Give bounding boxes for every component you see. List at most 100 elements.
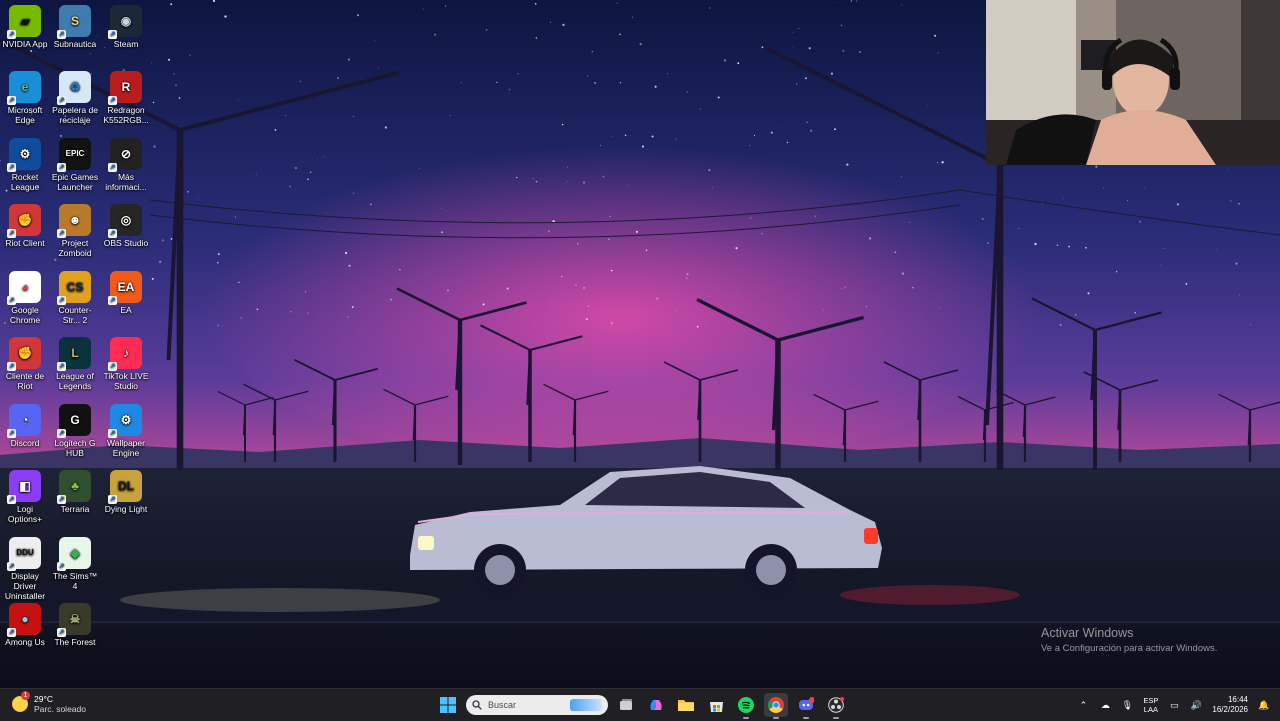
star [535, 37, 538, 39]
star [591, 50, 594, 53]
desktop-icon[interactable]: ♣ ↗ Terraria [50, 470, 100, 514]
desktop-icon[interactable]: ♪ ↗ TikTok LIVE Studio [101, 337, 151, 391]
chrome-icon [768, 697, 784, 713]
notifications-icon[interactable]: 🔔 [1258, 699, 1270, 711]
star [485, 29, 488, 31]
desktop-icon[interactable]: ☻ ↗ Project Zomboid [50, 204, 100, 258]
star [1127, 200, 1129, 201]
desktop-icon[interactable]: ◧ ↗ Logi Options+ [0, 470, 50, 524]
shortcut-arrow-icon: ↗ [108, 495, 117, 504]
star [610, 269, 613, 272]
obs-button[interactable] [824, 693, 848, 719]
star [377, 67, 379, 69]
onedrive-icon[interactable]: ☁ [1099, 699, 1111, 711]
star [1103, 187, 1105, 189]
star [686, 273, 689, 276]
desktop-icon[interactable]: ◎ ↗ OBS Studio [101, 204, 151, 248]
star [786, 141, 789, 144]
microsoft-store-button[interactable] [704, 693, 728, 717]
star [370, 203, 372, 206]
app-icon: ◉ ↗ [108, 5, 142, 39]
desktop-icon[interactable]: ▰ ↗ NVIDIA App [0, 5, 50, 49]
shortcut-arrow-icon: ↗ [7, 562, 16, 571]
star [187, 191, 189, 193]
star [547, 230, 550, 233]
shortcut-arrow-icon: ↗ [57, 429, 66, 438]
clock[interactable]: 16:44 16/2/2026 [1212, 695, 1248, 715]
star [561, 123, 564, 126]
desktop-icon[interactable]: R ↗ Redragon K552RGB... [101, 71, 151, 125]
desktop-icon[interactable]: ◕ ↗ Google Chrome [0, 271, 50, 325]
desktop-icon[interactable]: DL ↗ Dying Light [101, 470, 151, 514]
desktop-icon-label: Discord [10, 438, 40, 448]
desktop-icon-label: Steam [113, 39, 139, 49]
star [307, 178, 309, 181]
star [912, 287, 914, 289]
chrome-button[interactable] [764, 693, 788, 719]
app-icon: ◕ ↗ [7, 271, 41, 305]
star [175, 84, 177, 87]
star [577, 243, 579, 245]
desktop-icon[interactable]: S ↗ Subnautica [50, 5, 100, 49]
desktop-icon[interactable]: ✊ ↗ Cliente de Riot [0, 337, 50, 391]
star [1230, 200, 1232, 202]
copilot-button[interactable] [644, 693, 668, 717]
desktop-icon[interactable]: ◆ ↗ The Sims™ 4 [50, 537, 100, 591]
star [868, 237, 872, 240]
desktop-icon[interactable]: ⚙ ↗ Rocket League [0, 138, 50, 192]
star [1095, 165, 1098, 168]
star [189, 54, 191, 56]
desktop-icon[interactable]: e ↗ Microsoft Edge [0, 71, 50, 125]
desktop-icon[interactable]: ♻ ↗ Papelera de reciclaje [50, 71, 100, 125]
star [506, 287, 509, 290]
app-icon: ◧ ↗ [7, 470, 41, 504]
star [635, 230, 639, 233]
star [216, 261, 219, 264]
desktop-icon[interactable]: ⚙ ↗ Wallpaper Engine [101, 404, 151, 458]
language-indicator[interactable]: ESP LAA [1143, 696, 1158, 714]
chevron-up-icon[interactable]: ⌃ [1077, 699, 1089, 711]
spotify-button[interactable] [734, 693, 758, 719]
star [255, 173, 257, 175]
desktop-icon[interactable]: ◔ ↗ Discord [0, 404, 50, 448]
star [153, 145, 156, 148]
desktop-icon[interactable]: EA ↗ EA [101, 271, 151, 315]
star [240, 317, 242, 319]
desktop-icon[interactable]: ◉ ↗ Steam [101, 5, 151, 49]
desktop-icon[interactable]: CS ↗ Counter-Str... 2 [50, 271, 100, 325]
desktop-icon[interactable]: ☠ ↗ The Forest [50, 603, 100, 647]
weather-widget[interactable]: 1 29°C Parc. soleado [12, 691, 86, 714]
shortcut-arrow-icon: ↗ [7, 96, 16, 105]
volume-icon[interactable]: 🔊 [1190, 699, 1202, 711]
star [814, 215, 816, 217]
desktop-icon[interactable]: L ↗ League of Legends [50, 337, 100, 391]
app-icon: ⚙ ↗ [7, 138, 41, 172]
task-view-button[interactable] [614, 693, 638, 717]
star [238, 281, 240, 284]
star [304, 291, 307, 293]
desktop-icon[interactable]: G ↗ Logitech G HUB [50, 404, 100, 458]
desktop-icon[interactable]: ✊ ↗ Riot Client [0, 204, 50, 248]
star [549, 21, 551, 23]
star [717, 96, 720, 99]
star [449, 115, 451, 116]
windows-icon [440, 697, 456, 713]
star [611, 136, 613, 138]
app-icon: ◔ ↗ [7, 404, 41, 438]
desktop-icon[interactable]: ⊘ ↗ Más informaci... [101, 138, 151, 192]
desktop-icon[interactable]: DDU ↗ Display Driver Uninstaller [0, 537, 50, 601]
star [901, 4, 903, 6]
star [602, 175, 605, 178]
star [337, 77, 339, 80]
network-icon[interactable]: ▭ [1168, 699, 1180, 711]
desktop-icon[interactable]: EPIC ↗ Epic Games Launcher [50, 138, 100, 192]
file-explorer-button[interactable] [674, 693, 698, 717]
start-button[interactable] [436, 693, 460, 717]
taskbar-search[interactable]: Buscar [466, 695, 608, 715]
desktop-icon[interactable]: ● ↗ Among Us [0, 603, 50, 647]
star [356, 14, 359, 17]
shortcut-arrow-icon: ↗ [57, 229, 66, 238]
star [619, 33, 621, 36]
microphone-icon[interactable]: 🎙 [1121, 699, 1133, 711]
discord-button[interactable] [794, 693, 818, 719]
